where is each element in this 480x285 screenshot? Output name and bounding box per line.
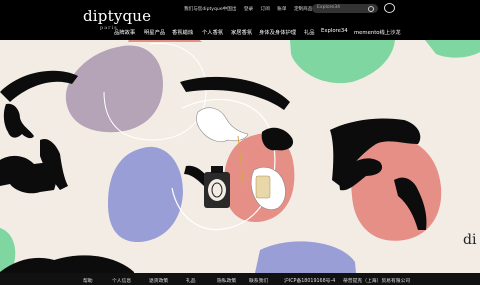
search-icon[interactable]	[368, 6, 374, 12]
gold-bottle	[255, 175, 271, 199]
footer-company: 蒂普提克（上海）贸易有限公司	[343, 279, 411, 284]
hero-edge-text: di	[463, 232, 477, 248]
nav-item-personal-fragrance[interactable]: 个人香氛	[202, 28, 223, 36]
footer-link-gifts[interactable]: 礼品	[186, 277, 196, 284]
nav-item-candles[interactable]: 香氛蜡烛	[172, 28, 193, 36]
footer-link-returns[interactable]: 退货政策	[149, 277, 168, 284]
perfume-cap	[211, 166, 223, 173]
coral-blob-top	[128, 40, 202, 42]
brand-logo[interactable]: diptyque	[83, 7, 151, 25]
perfume-label	[208, 179, 226, 201]
hero-illustration[interactable]	[0, 40, 480, 273]
nav-item-star-products[interactable]: 明星产品	[144, 28, 165, 36]
nav-item-home-fragrance[interactable]: 家居香氛	[231, 28, 252, 36]
nav-item-explore34[interactable]: Explore34	[321, 28, 348, 34]
footer-link-help[interactable]: 帮助	[83, 277, 93, 284]
chat-bubble-icon[interactable]	[384, 3, 395, 13]
utility-link-subscribe[interactable]: 订阅	[261, 7, 270, 12]
utility-link-orders[interactable]: 账单	[277, 7, 286, 12]
utility-link-login[interactable]: 登录	[244, 7, 253, 12]
footer-link-privacy[interactable]: 隐私政策	[217, 277, 236, 284]
footer-icp[interactable]: 沪ICP备18019168号-4	[284, 277, 335, 284]
search-input[interactable]: Explore34	[312, 4, 378, 13]
nav-item-brand-story[interactable]: 品牌故事	[114, 28, 135, 36]
nav-item-body-care[interactable]: 身体及身体护理	[259, 28, 296, 36]
utility-links: 我们与您diptyque中国出 登录 订阅 账单 定制商品体验	[184, 6, 328, 12]
nav-item-gifts[interactable]: 礼品	[304, 28, 315, 36]
nav-item-memento[interactable]: memento线上沙龙	[354, 28, 401, 36]
search-placeholder: Explore34	[317, 5, 341, 10]
main-nav: 品牌故事 明星产品 香氛蜡烛 个人香氛 家居香氛 身体及身体护理 礼品 Expl…	[0, 26, 480, 38]
footer-bar: 帮助 个人信息 退货政策 礼品 隐私政策 联系我们 沪ICP备18019168号…	[0, 273, 480, 285]
top-bar: diptyque paris 我们与您diptyque中国出 登录 订阅 账单 …	[0, 0, 480, 40]
utility-link-0[interactable]: 我们与您diptyque中国出	[184, 7, 236, 12]
footer-link-personal-info[interactable]: 个人信息	[112, 277, 131, 284]
footer-link-contact[interactable]: 联系我们	[249, 277, 268, 284]
